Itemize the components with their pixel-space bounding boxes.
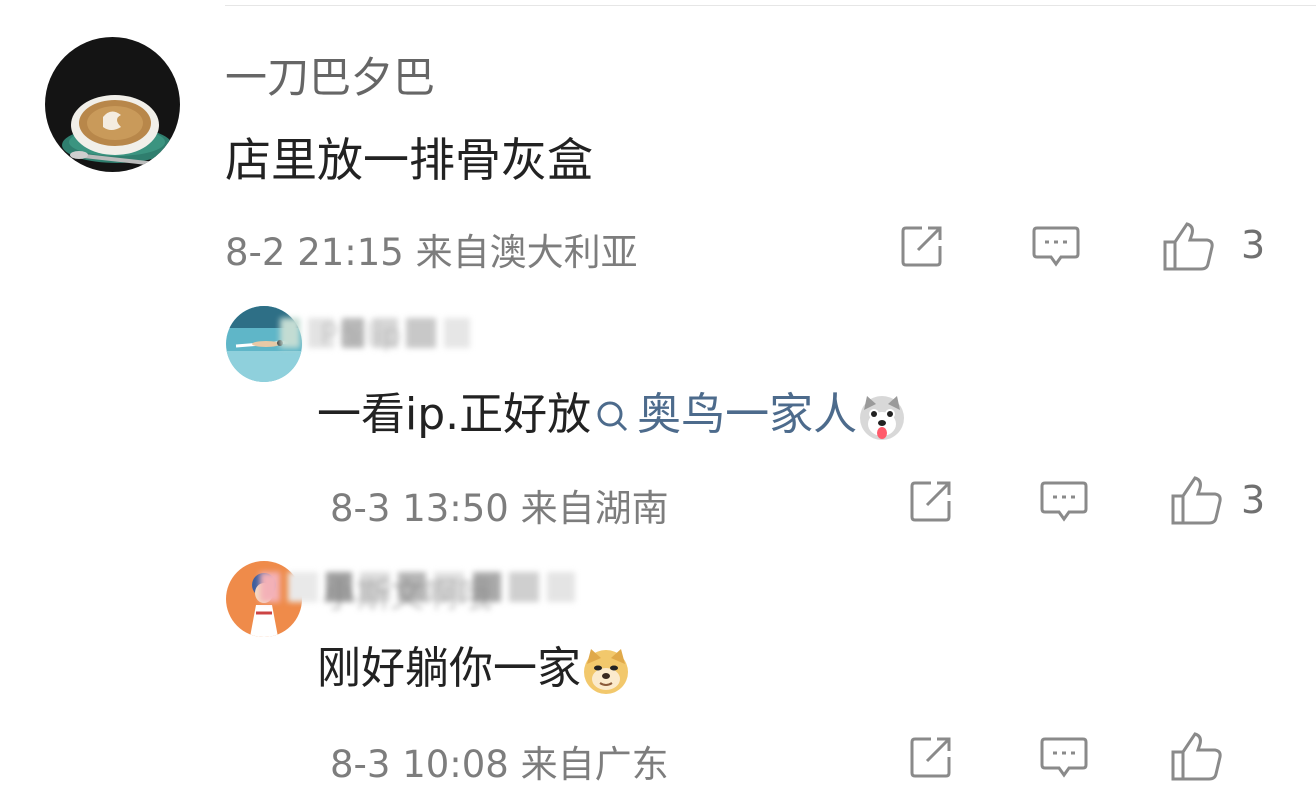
- search-term: 奥鸟一家人: [637, 389, 858, 440]
- comment-text-plain: 一看ip.正好放: [317, 389, 592, 440]
- like-count: 3: [1241, 223, 1266, 267]
- thumbs-up-icon: [1171, 732, 1222, 781]
- like-button[interactable]: [1168, 472, 1226, 528]
- like-button[interactable]: [1160, 218, 1218, 274]
- username-text: 小斯文啊哦: [322, 576, 492, 616]
- timestamp-location: 8-3 10:08 来自广东: [330, 743, 669, 786]
- reply-button[interactable]: [1030, 220, 1082, 272]
- doge-emoji-icon: [584, 649, 628, 694]
- username[interactable]: 一刀巴夕巴: [225, 44, 435, 105]
- comment-text: 店里放一排骨灰盒: [225, 133, 593, 187]
- comment-thread: 一刀巴夕巴 店里放一排骨灰盒 8-2 21:15 来自澳大利亚 3 Philip…: [0, 0, 1316, 800]
- comment-text: 刚好躺你一家: [317, 632, 631, 696]
- search-icon: [597, 401, 628, 432]
- like-button[interactable]: [1168, 728, 1226, 784]
- thumbs-up-icon: [1163, 222, 1214, 271]
- search-link[interactable]: 奥鸟一家人: [591, 389, 857, 440]
- divider: [225, 5, 1316, 6]
- comment-bubble-icon: [1032, 226, 1080, 267]
- like-count: 3: [1241, 478, 1266, 522]
- husky-dog-emoji-icon: [860, 396, 905, 440]
- thumbs-up-icon: [1171, 476, 1222, 525]
- timestamp-location: 8-3 13:50 来自湖南: [330, 487, 669, 530]
- share-square-icon: [910, 481, 951, 522]
- share-button[interactable]: [905, 731, 957, 783]
- username-text: Philip: [320, 318, 402, 353]
- coffee-latte-art-icon: [45, 37, 180, 172]
- share-square-icon: [910, 737, 951, 778]
- share-button[interactable]: [905, 475, 957, 527]
- reply-button[interactable]: [1038, 731, 1090, 783]
- username[interactable]: 小斯文啊哦: [260, 572, 578, 616]
- comment-bubble-icon: [1040, 481, 1088, 522]
- comment-bubble-icon: [1040, 737, 1088, 778]
- avatar[interactable]: [45, 37, 180, 172]
- username[interactable]: Philip: [280, 318, 473, 353]
- comment-text-plain: 刚好躺你一家: [317, 643, 581, 694]
- reply-button[interactable]: [1038, 475, 1090, 527]
- timestamp-location: 8-2 21:15 来自澳大利亚: [225, 231, 638, 274]
- share-square-icon: [901, 226, 942, 267]
- comment-text: 一看ip.正好放 奥鸟一家人: [317, 378, 907, 442]
- share-button[interactable]: [896, 220, 948, 272]
